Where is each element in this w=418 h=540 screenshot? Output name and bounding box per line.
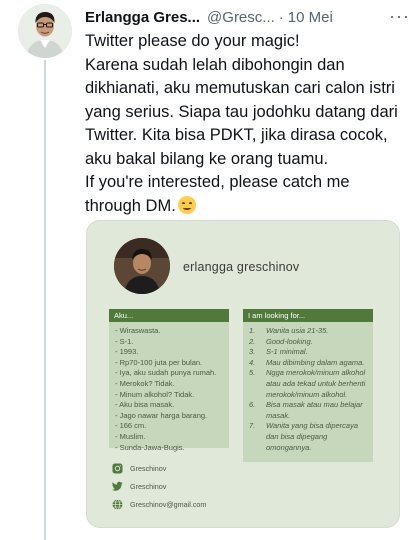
card-profile-photo <box>114 238 170 294</box>
card-name: erlangga greschinov <box>183 260 300 274</box>
about-me-column: Aku... - Wiraswasta. - S-1. - 1993. - Rp… <box>109 309 229 452</box>
author-handle[interactable]: @Gresc... <box>207 9 275 26</box>
author-avatar[interactable] <box>18 4 72 58</box>
list-item: - Wiraswasta. <box>115 326 161 335</box>
contact-list: Greschinov Greschinov Greschinov@gmail.c… <box>111 459 206 513</box>
smiling-face-emoji-icon <box>177 195 196 214</box>
contact-text: Greschinov <box>130 481 167 491</box>
list-item: 1. Wanita usia 21-35. <box>249 326 329 335</box>
looking-for-list: 1. Wanita usia 21-35. 2. Good-looking. 3. S… <box>243 322 373 462</box>
contact-email: Greschinov@gmail.com <box>112 495 206 513</box>
thread-line <box>44 60 46 540</box>
list-item: 7. Wanita yang bisa dipercaya dan bisa di… <box>249 421 358 452</box>
tweet-line: Karena sudah lelah dibohongin dan <box>85 55 345 74</box>
author-name[interactable]: Erlangga Gres... <box>85 9 200 26</box>
about-me-title: Aku... <box>109 309 229 322</box>
list-item: - 1993. <box>115 347 139 357</box>
list-item: 2. Good-looking. <box>249 336 313 346</box>
whatsapp-icon <box>112 498 123 510</box>
contact-instagram: Greschinov <box>112 459 206 477</box>
tweet-image-card[interactable]: erlangga greschinov Aku... - Wiraswasta.… <box>86 220 400 528</box>
list-item: - Iya, aku sudah punya rumah. <box>115 368 217 378</box>
looking-for-column: I am looking for... 1. Wanita usia 21-35.… <box>243 309 373 462</box>
tweet-line: If you're interested, please catch me <box>85 173 350 191</box>
twitter-icon <box>111 481 123 492</box>
list-item: - Aku bisa masak. <box>115 400 175 410</box>
tweet-text: Twitter please do your magic! Karena sud… <box>85 30 410 218</box>
header-separator: · <box>278 8 284 26</box>
list-item: - Merokok? Tidak. <box>115 378 175 388</box>
list-item: - Rp70-100 juta per bulan. <box>115 357 203 367</box>
tweet-line: yang serius. Siapa tau jodohku datang da… <box>85 102 398 121</box>
tweet-line: dikhianati, aku memutuskan cari calon is… <box>85 79 395 97</box>
list-item: - Minum alkohol? Tidak. <box>115 389 195 399</box>
list-item: - Sunda-Jawa-Bugis. <box>115 442 185 452</box>
list-item: - S-1. <box>115 336 134 346</box>
contact-text: Greschinov@gmail.com <box>130 499 207 509</box>
tweet-line: aku bakal bilang ke orang tuamu. <box>85 149 329 168</box>
instagram-icon <box>112 463 123 474</box>
more-icon[interactable]: ··· <box>389 6 410 27</box>
list-item: 6. Bisa masak atau mau belajar masak. <box>249 400 363 420</box>
list-item: 3. S-1 minimal. <box>249 347 308 357</box>
contact-text: Greschinov <box>130 463 167 473</box>
tweet-header: Erlangga Gres... @Gresc... · 10 Mei ··· <box>85 6 409 28</box>
list-item: - Jago nawar harga barang. <box>115 410 208 420</box>
tweet-line: through DM. <box>85 196 176 215</box>
looking-for-title: I am looking for... <box>243 309 373 322</box>
list-item: - 166 cm. <box>115 421 147 431</box>
tweet-timestamp[interactable]: 10 Mei <box>288 9 333 26</box>
tweet-line: Twitter please do your magic! <box>85 32 300 50</box>
list-item: 5. Ngga merokok/minum alkohol atau ada te… <box>249 368 366 399</box>
tweet-line-last: through DM. <box>85 195 410 219</box>
tweet-line: Twitter. Kita bisa PDKT, jika dirasa coc… <box>85 126 388 144</box>
list-item: - Muslim. <box>115 431 146 441</box>
about-me-list: - Wiraswasta. - S-1. - 1993. - Rp70-100 … <box>109 322 229 452</box>
list-item: 4. Mau dibimbing dalam agama. <box>249 357 365 367</box>
contact-twitter: Greschinov <box>111 477 206 495</box>
